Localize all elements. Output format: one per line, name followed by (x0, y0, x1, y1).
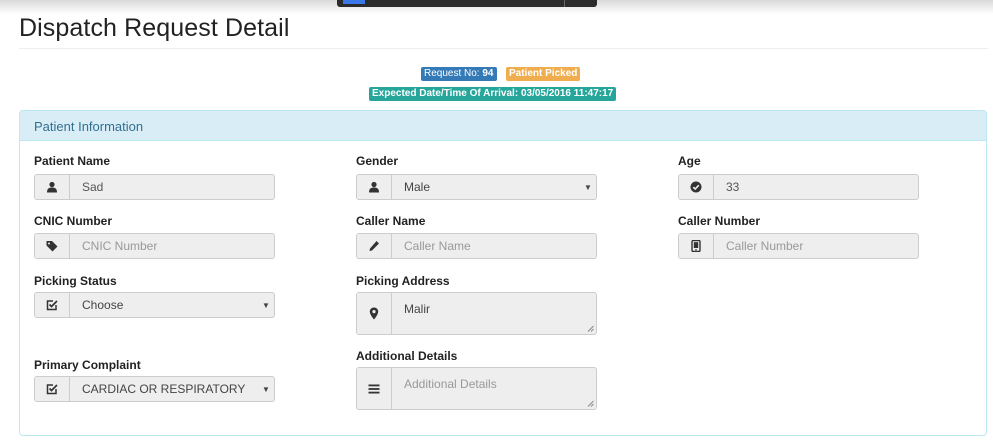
patient-name-value: Sad (82, 180, 104, 194)
page-title: Dispatch Request Detail (19, 14, 290, 42)
additional-details-label: Additional Details (356, 349, 458, 363)
cnic-label: CNIC Number (34, 214, 113, 228)
user-icon (357, 175, 392, 199)
request-number-label: Request No: (424, 68, 480, 79)
picking-address-label: Picking Address (356, 274, 450, 288)
status-badge: Patient Picked (506, 67, 581, 81)
caller-name-placeholder: Caller Name (404, 239, 471, 253)
map-marker-icon (357, 293, 392, 334)
caller-name-field[interactable]: Caller Name (356, 233, 597, 259)
browser-toolbar (337, 0, 597, 7)
picking-address-textarea[interactable]: Malir (356, 292, 597, 335)
picking-status-select[interactable]: Choose ▼ (34, 292, 275, 318)
picking-address-value: Malir (404, 302, 430, 316)
resize-grip-icon[interactable] (587, 400, 594, 407)
cnic-placeholder: CNIC Number (82, 239, 158, 253)
tag-icon (35, 234, 70, 258)
caller-number-label: Caller Number (678, 214, 761, 228)
eta-badge: Expected Date/Time Of Arrival: 03/05/201… (369, 87, 617, 101)
primary-complaint-label: Primary Complaint (34, 358, 141, 372)
additional-details-placeholder: Additional Details (404, 377, 497, 391)
picking-status-value: Choose (82, 298, 124, 312)
request-number-value: 94 (482, 68, 494, 79)
picking-status-label: Picking Status (34, 274, 117, 288)
chevron-down-icon: ▼ (262, 384, 270, 394)
caller-number-field[interactable]: Caller Number (678, 233, 919, 259)
cnic-field[interactable]: CNIC Number (34, 233, 275, 259)
age-label: Age (678, 154, 701, 168)
checkbox-icon (35, 377, 70, 401)
gender-select[interactable]: Male ▼ (356, 174, 597, 200)
toolbar-tab-indicator (343, 0, 365, 4)
phone-icon (679, 234, 714, 258)
primary-complaint-select[interactable]: CARDIAC OR RESPIRATORY ▼ (34, 376, 275, 402)
panel-heading: Patient Information (20, 111, 986, 141)
patient-name-label: Patient Name (34, 154, 111, 168)
title-divider (19, 48, 988, 49)
gender-value: Male (404, 180, 431, 194)
additional-details-textarea[interactable]: Additional Details (356, 367, 597, 410)
resize-grip-icon[interactable] (587, 325, 594, 332)
caller-number-placeholder: Caller Number (726, 239, 804, 253)
checkbox-icon (35, 293, 70, 317)
list-icon (357, 368, 392, 409)
request-number-badge: Request No: 94 (421, 67, 497, 81)
check-circle-icon (679, 175, 714, 199)
chevron-down-icon: ▼ (584, 182, 592, 192)
age-value: 33 (726, 180, 740, 194)
caller-name-label: Caller Name (356, 214, 426, 228)
age-field[interactable]: 33 (678, 174, 919, 200)
chevron-down-icon: ▼ (262, 300, 270, 310)
gender-label: Gender (356, 154, 399, 168)
toolbar-separator (564, 0, 565, 7)
user-icon (35, 175, 70, 199)
primary-complaint-value: CARDIAC OR RESPIRATORY (82, 382, 246, 396)
panel-title: Patient Information (34, 119, 144, 134)
patient-name-field[interactable]: Sad (34, 174, 275, 200)
pencil-icon (357, 234, 392, 258)
